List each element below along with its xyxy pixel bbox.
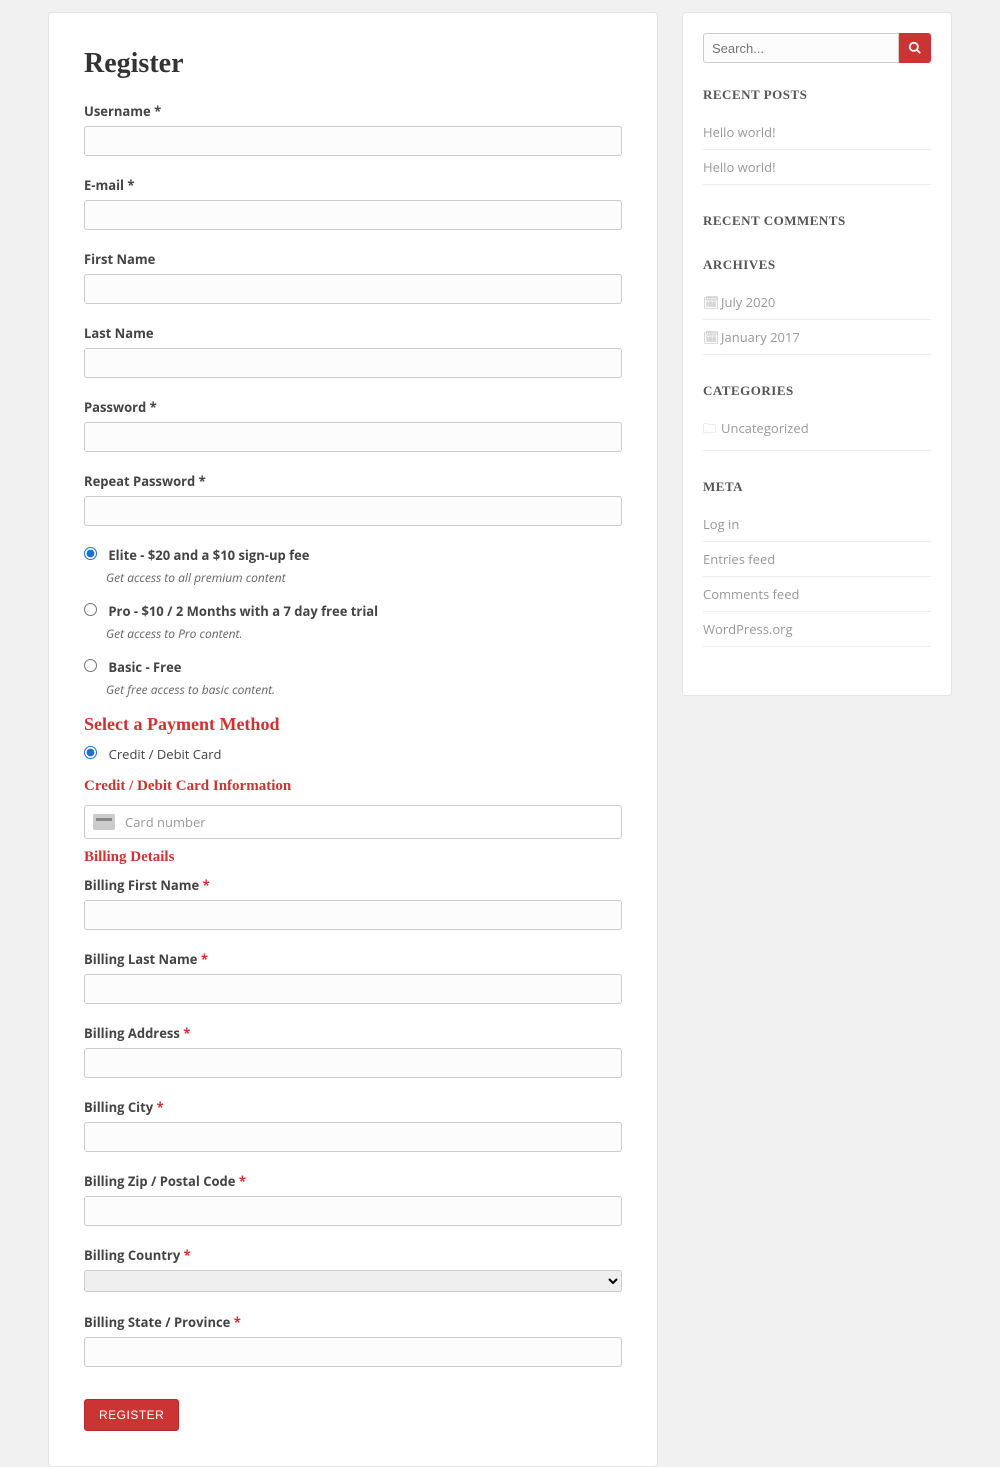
archive-link[interactable]: July 2020 [721, 293, 775, 311]
payment-method-radio[interactable] [84, 746, 97, 759]
calendar-icon: 🗓 [703, 293, 717, 311]
list-item: Hello world! [703, 150, 931, 185]
username-label: Username * [84, 102, 622, 120]
categories-title: CATEGORIES [703, 383, 931, 399]
recent-posts-title: RECENT POSTS [703, 87, 931, 103]
plan-description: Get access to Pro content. [106, 625, 622, 642]
billing-first-label: Billing First Name * [84, 876, 622, 894]
lastname-input[interactable] [84, 348, 622, 378]
billing-state-input[interactable] [84, 1337, 622, 1367]
folder-icon: 🗀 [703, 419, 717, 442]
plan-description: Get free access to basic content. [106, 681, 622, 698]
plan-radio[interactable] [84, 659, 97, 672]
plan-label: Basic - Free [108, 658, 181, 676]
list-item: Entries feed [703, 542, 931, 577]
page-title: Register [84, 48, 622, 80]
password-input[interactable] [84, 422, 622, 452]
search-icon [908, 41, 922, 55]
firstname-input[interactable] [84, 274, 622, 304]
register-button[interactable]: REGISTER [84, 1399, 179, 1431]
list-item: Log in [703, 507, 931, 542]
meta-link[interactable]: Log in [703, 515, 739, 533]
plan-radio[interactable] [84, 547, 97, 560]
archive-link[interactable]: January 2017 [721, 328, 800, 346]
payment-method-heading: Select a Payment Method [84, 714, 622, 735]
repeat-password-input[interactable] [84, 496, 622, 526]
card-number-input[interactable]: Card number [84, 805, 622, 839]
meta-link[interactable]: Comments feed [703, 585, 799, 603]
main-content: Register Username * E-mail * First Name … [48, 12, 658, 1467]
email-input[interactable] [84, 200, 622, 230]
billing-first-input[interactable] [84, 900, 622, 930]
meta-link[interactable]: Entries feed [703, 550, 775, 568]
billing-city-input[interactable] [84, 1122, 622, 1152]
email-label: E-mail * [84, 176, 622, 194]
plan-description: Get access to all premium content [106, 569, 622, 586]
list-item: 🗓January 2017 [703, 320, 931, 355]
recent-post-link[interactable]: Hello world! [703, 123, 776, 141]
username-input[interactable] [84, 126, 622, 156]
repeat-password-label: Repeat Password * [84, 472, 622, 490]
billing-city-label: Billing City * [84, 1098, 622, 1116]
lastname-label: Last Name [84, 324, 622, 342]
archives-title: ARCHIVES [703, 257, 931, 273]
list-item: Comments feed [703, 577, 931, 612]
plan-option[interactable]: Pro - $10 / 2 Months with a 7 day free t… [84, 602, 378, 620]
firstname-label: First Name [84, 250, 622, 268]
payment-method-label: Credit / Debit Card [109, 745, 222, 763]
search-input[interactable] [703, 33, 899, 63]
list-item: 🗀Uncategorized [703, 411, 931, 451]
billing-zip-label: Billing Zip / Postal Code * [84, 1172, 622, 1190]
list-item: WordPress.org [703, 612, 931, 647]
plan-label: Pro - $10 / 2 Months with a 7 day free t… [108, 602, 378, 620]
category-link[interactable]: Uncategorized [721, 419, 809, 437]
recent-comments-title: RECENT COMMENTS [703, 213, 931, 229]
billing-country-label: Billing Country * [84, 1246, 622, 1264]
plan-option[interactable]: Basic - Free [84, 658, 181, 676]
password-label: Password * [84, 398, 622, 416]
list-item: 🗓July 2020 [703, 285, 931, 320]
recent-post-link[interactable]: Hello world! [703, 158, 776, 176]
billing-last-input[interactable] [84, 974, 622, 1004]
sidebar: RECENT POSTS Hello world! Hello world! RE… [682, 12, 952, 696]
card-placeholder: Card number [125, 813, 206, 831]
plan-label: Elite - $20 and a $10 sign-up fee [108, 546, 309, 564]
meta-title: META [703, 479, 931, 495]
billing-last-label: Billing Last Name * [84, 950, 622, 968]
meta-link[interactable]: WordPress.org [703, 620, 793, 638]
plan-option[interactable]: Elite - $20 and a $10 sign-up fee [84, 546, 310, 564]
billing-address-label: Billing Address * [84, 1024, 622, 1042]
billing-country-select[interactable] [84, 1270, 622, 1292]
billing-zip-input[interactable] [84, 1196, 622, 1226]
billing-heading: Billing Details [84, 849, 622, 866]
billing-address-input[interactable] [84, 1048, 622, 1078]
calendar-icon: 🗓 [703, 328, 717, 346]
card-info-heading: Credit / Debit Card Information [84, 778, 622, 795]
plan-radio[interactable] [84, 603, 97, 616]
list-item: Hello world! [703, 115, 931, 150]
search-button[interactable] [899, 33, 931, 63]
credit-card-icon [93, 814, 115, 830]
